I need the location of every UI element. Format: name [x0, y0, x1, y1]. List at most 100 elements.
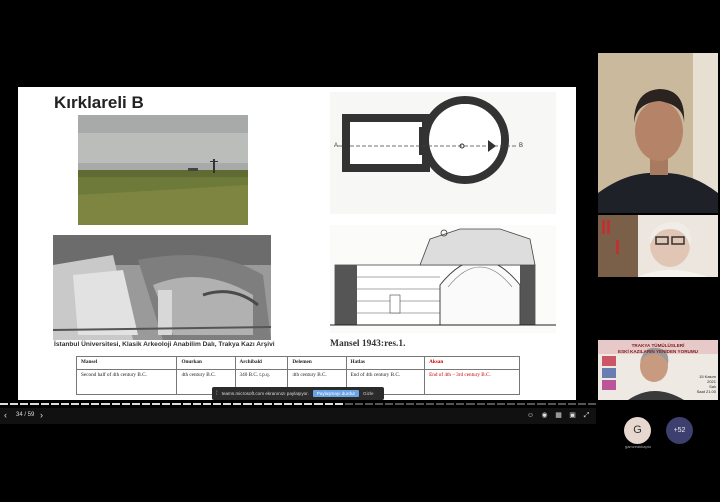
- progress-segment[interactable]: [162, 403, 171, 405]
- slide-controls: ‹ 34 / 59 › ☺ ◉ ▦ ▣ ⤢: [0, 408, 596, 424]
- progress-segment[interactable]: [334, 403, 343, 405]
- table-header: Onurkan: [176, 356, 236, 370]
- progress-segment[interactable]: [0, 403, 9, 405]
- progress-segment[interactable]: [415, 403, 424, 405]
- progress-segment[interactable]: [557, 403, 566, 405]
- progress-segment[interactable]: [50, 403, 59, 405]
- progress-segment[interactable]: [324, 403, 333, 405]
- progress-segment[interactable]: [131, 403, 140, 405]
- progress-segment[interactable]: [578, 403, 587, 405]
- table-header: Delemen: [287, 356, 347, 370]
- tomb-section-drawing: [330, 225, 556, 333]
- plan-label-a: A: [334, 143, 339, 149]
- progress-segment[interactable]: [212, 403, 222, 405]
- progress-segment[interactable]: [223, 403, 232, 405]
- progress-segment[interactable]: [588, 403, 597, 405]
- progress-segment[interactable]: [436, 403, 445, 405]
- progress-segment[interactable]: [395, 403, 404, 405]
- progress-segment[interactable]: [91, 403, 100, 405]
- progress-segment[interactable]: [40, 403, 49, 405]
- progress-segment[interactable]: [486, 403, 495, 405]
- landscape-photo: [78, 115, 248, 225]
- progress-segment[interactable]: [446, 403, 455, 405]
- participant-portrait: [598, 53, 718, 213]
- progress-segment[interactable]: [294, 403, 303, 405]
- progress-segment[interactable]: [263, 403, 272, 405]
- progress-segment[interactable]: [365, 403, 374, 405]
- slide-progress-bar[interactable]: [0, 403, 597, 406]
- progress-segment[interactable]: [101, 403, 110, 405]
- progress-segment[interactable]: [111, 403, 120, 405]
- progress-segment[interactable]: [81, 403, 90, 405]
- participant-video-2[interactable]: [598, 215, 718, 277]
- progress-segment[interactable]: [233, 403, 242, 405]
- progress-segment[interactable]: [517, 403, 526, 405]
- source-caption: İstanbul Üniversitesi, Klasik Arkeoloji …: [54, 341, 275, 348]
- participant-video-1[interactable]: [598, 53, 718, 213]
- progress-segment[interactable]: [60, 403, 69, 405]
- table-header: Mansel: [75, 356, 178, 370]
- progress-segment[interactable]: [182, 403, 191, 405]
- progress-segment[interactable]: [354, 403, 364, 405]
- progress-segment[interactable]: [456, 403, 465, 405]
- poster-line-2: ESKİ KAZILARIN YENİDEN YORUMU: [618, 348, 698, 354]
- grid-view-icon[interactable]: ▦: [554, 411, 563, 420]
- progress-segment[interactable]: [121, 403, 130, 405]
- shared-slide: Kırklareli B A B İstanbul Üniversitesi, …: [18, 87, 576, 400]
- progress-segment[interactable]: [527, 403, 536, 405]
- progress-segment[interactable]: [70, 403, 80, 405]
- emoji-icon[interactable]: ☺: [526, 411, 535, 420]
- more-participants-button[interactable]: +52: [666, 417, 693, 444]
- progress-segment[interactable]: [192, 403, 201, 405]
- progress-segment[interactable]: [172, 403, 181, 405]
- participant-portrait: [598, 215, 718, 277]
- share-message: teams.microsoft.com ekranınızı paylaşıyo…: [221, 391, 309, 396]
- next-slide-button[interactable]: ›: [40, 410, 43, 420]
- fullscreen-icon[interactable]: ⤢: [582, 411, 591, 420]
- progress-segment[interactable]: [152, 403, 161, 405]
- plan-label-b: B: [519, 143, 524, 149]
- progress-segment[interactable]: [425, 403, 435, 405]
- progress-segment[interactable]: [243, 403, 252, 405]
- progress-segment[interactable]: [507, 403, 516, 405]
- progress-segment[interactable]: [141, 403, 151, 405]
- progress-segment[interactable]: [30, 403, 39, 405]
- progress-segment[interactable]: [547, 403, 556, 405]
- progress-segment[interactable]: [466, 403, 475, 405]
- progress-segment[interactable]: [537, 403, 546, 405]
- progress-segment[interactable]: [375, 403, 384, 405]
- table-header: Hatlas: [345, 356, 426, 370]
- progress-segment[interactable]: [344, 403, 353, 405]
- previous-slide-button[interactable]: ‹: [4, 410, 7, 420]
- participant-name: gamzeakkaptu: [624, 444, 651, 449]
- progress-segment[interactable]: [405, 403, 414, 405]
- screen: Kırklareli B A B İstanbul Üniversitesi, …: [0, 0, 720, 502]
- drag-handle-icon[interactable]: ⁞: [216, 391, 218, 397]
- progress-segment[interactable]: [314, 403, 323, 405]
- table-header-row: Mansel Onurkan Archibald Delemen Hatlas …: [75, 356, 520, 370]
- participant-avatar[interactable]: G: [624, 417, 651, 444]
- progress-segment[interactable]: [304, 403, 313, 405]
- progress-segment[interactable]: [20, 403, 29, 405]
- progress-segment[interactable]: [253, 403, 262, 405]
- progress-segment[interactable]: [476, 403, 485, 405]
- poster-date: 15 Kasım 2021 Salı Saat 21.00: [696, 374, 716, 394]
- slide-title: Kırklareli B: [54, 93, 144, 112]
- table-cell: End of 4th – 3rd century B.C.: [424, 369, 520, 395]
- table-cell: Second half of 4th century B.C.: [75, 369, 178, 395]
- hide-button[interactable]: Gizle: [363, 391, 373, 396]
- slide-counter: 34 / 59: [16, 412, 35, 418]
- progress-segment[interactable]: [202, 403, 211, 405]
- progress-segment[interactable]: [567, 403, 577, 405]
- progress-segment[interactable]: [385, 403, 394, 405]
- progress-segment[interactable]: [10, 403, 19, 405]
- pip-icon[interactable]: ▣: [568, 411, 577, 420]
- participant-video-3[interactable]: TRAKYA TÜMÜLÜSLERİ ESKİ KAZILARIN YENİDE…: [598, 340, 718, 400]
- stop-sharing-button[interactable]: Paylaşmayı durdur: [312, 390, 360, 397]
- table-header: Aksan: [424, 356, 520, 370]
- chat-icon[interactable]: ◉: [540, 411, 549, 420]
- progress-segment[interactable]: [496, 403, 506, 405]
- progress-segment[interactable]: [273, 403, 282, 405]
- progress-segment[interactable]: [283, 403, 293, 405]
- tomb-plan-drawing: [330, 92, 556, 214]
